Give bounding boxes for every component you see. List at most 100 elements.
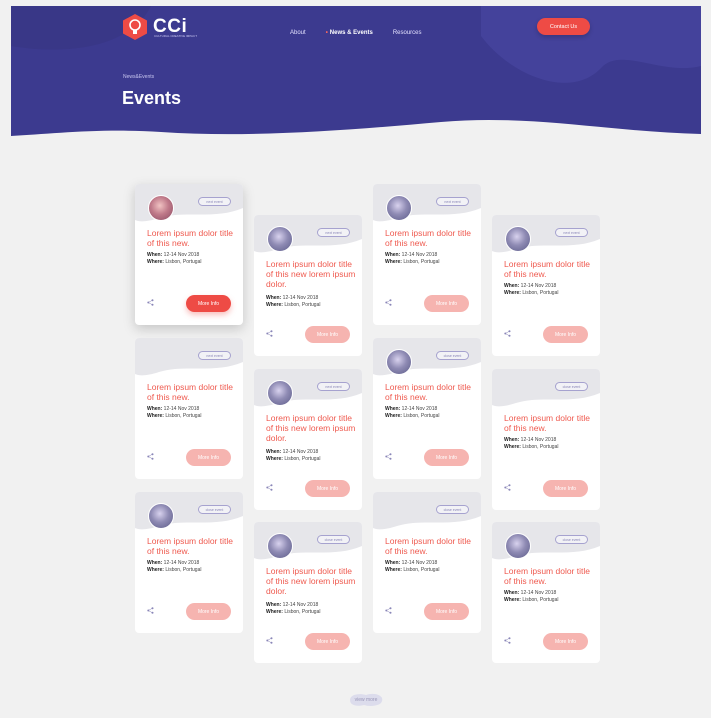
view-more-label: view more	[354, 697, 378, 703]
more-info-button[interactable]: More Info	[424, 603, 469, 620]
event-status-pill: close event	[555, 382, 588, 391]
event-meta: When: 12-14 Nov 2018 Where: Lisbon, Portu…	[504, 437, 559, 450]
avatar	[148, 195, 174, 221]
event-status-pill: close event	[555, 535, 588, 544]
nav-item-news-events[interactable]: • News & Events	[326, 30, 373, 36]
event-title[interactable]: Lorem ipsum dolor title of this new.	[385, 228, 477, 248]
event-title[interactable]: Lorem ipsum dolor title of this new.	[385, 382, 477, 402]
avatar	[267, 380, 293, 406]
contact-us-button[interactable]: Contact Us	[537, 18, 590, 35]
event-status-pill: close event	[436, 505, 469, 514]
event-card[interactable]: next event Lorem ipsum dolor title of th…	[492, 215, 600, 356]
event-status-pill: next event	[198, 197, 231, 206]
nav-item-label: News & Events	[329, 30, 373, 36]
more-info-button[interactable]: More Info	[305, 326, 350, 343]
more-info-button[interactable]: More Info	[305, 633, 350, 650]
event-meta: When: 12-14 Nov 2018 Where: Lisbon, Portu…	[147, 252, 202, 265]
event-card[interactable]: close event Lorem ipsum dolor title of t…	[492, 369, 600, 510]
event-meta: When: 12-14 Nov 2018 Where: Lisbon, Portu…	[504, 283, 559, 296]
avatar	[505, 226, 531, 252]
breadcrumb[interactable]: News&Events	[123, 74, 154, 80]
view-more-button[interactable]: view more	[346, 692, 386, 708]
event-card[interactable]: next event Lorem ipsum dolor title of th…	[254, 215, 362, 356]
hero-background	[11, 6, 701, 146]
event-card[interactable]: close event Lorem ipsum dolor title of t…	[254, 522, 362, 663]
nav-item-resources[interactable]: Resources	[393, 30, 422, 36]
more-info-button[interactable]: More Info	[543, 326, 588, 343]
nav-item-about[interactable]: About	[290, 30, 306, 36]
more-info-button[interactable]: More Info	[186, 295, 231, 312]
avatar	[148, 503, 174, 529]
event-meta: When: 12-14 Nov 2018 Where: Lisbon, Portu…	[385, 252, 440, 265]
share-icon[interactable]	[266, 330, 273, 337]
event-card[interactable]: close event Lorem ipsum dolor title of t…	[492, 522, 600, 663]
event-title[interactable]: Lorem ipsum dolor title of this new lore…	[266, 413, 358, 443]
event-status-pill: next event	[317, 228, 350, 237]
avatar	[386, 195, 412, 221]
avatar	[386, 349, 412, 375]
event-meta: When: 12-14 Nov 2018 Where: Lisbon, Portu…	[385, 560, 440, 573]
event-meta: When: 12-14 Nov 2018 Where: Lisbon, Portu…	[266, 602, 321, 615]
share-icon[interactable]	[266, 637, 273, 644]
event-meta: When: 12-14 Nov 2018 Where: Lisbon, Portu…	[147, 406, 202, 419]
event-meta: When: 12-14 Nov 2018 Where: Lisbon, Portu…	[266, 449, 321, 462]
page-title: Events	[122, 88, 182, 108]
more-info-button[interactable]: More Info	[305, 480, 350, 497]
share-icon[interactable]	[504, 484, 511, 491]
event-status-pill: close event	[198, 505, 231, 514]
event-card[interactable]: next event Lorem ipsum dolor title of th…	[135, 338, 243, 479]
event-title[interactable]: Lorem ipsum dolor title of this new lore…	[266, 566, 358, 596]
event-title[interactable]: Lorem ipsum dolor title of this new.	[147, 228, 239, 248]
event-title[interactable]: Lorem ipsum dolor title of this new.	[385, 536, 477, 556]
share-icon[interactable]	[385, 453, 392, 460]
share-icon[interactable]	[385, 299, 392, 306]
event-status-pill: next event	[198, 351, 231, 360]
event-meta: When: 12-14 Nov 2018 Where: Lisbon, Portu…	[266, 295, 321, 308]
more-info-button[interactable]: More Info	[543, 480, 588, 497]
event-status-pill: next event	[317, 382, 350, 391]
event-card[interactable]: close event Lorem ipsum dolor title of t…	[135, 492, 243, 633]
more-info-button[interactable]: More Info	[424, 449, 469, 466]
event-meta: When: 12-14 Nov 2018 Where: Lisbon, Portu…	[504, 590, 559, 603]
event-card[interactable]: close event Lorem ipsum dolor title of t…	[373, 492, 481, 633]
active-dot-icon: •	[325, 30, 328, 36]
event-card[interactable]: next event Lorem ipsum dolor title of th…	[135, 184, 243, 325]
main-nav: About • News & Events Resources	[290, 30, 422, 36]
event-status-pill: close event	[436, 351, 469, 360]
share-icon[interactable]	[504, 637, 511, 644]
hero-banner	[11, 6, 701, 146]
card-wave	[135, 338, 243, 376]
more-info-button[interactable]: More Info	[186, 449, 231, 466]
event-title[interactable]: Lorem ipsum dolor title of this new.	[504, 413, 596, 433]
event-title[interactable]: Lorem ipsum dolor title of this new lore…	[266, 259, 358, 289]
hexagon-logo-icon	[123, 14, 147, 40]
event-title[interactable]: Lorem ipsum dolor title of this new.	[147, 382, 239, 402]
share-icon[interactable]	[147, 299, 154, 306]
event-title[interactable]: Lorem ipsum dolor title of this new.	[504, 259, 596, 279]
event-status-pill: next event	[436, 197, 469, 206]
event-meta: When: 12-14 Nov 2018 Where: Lisbon, Portu…	[385, 406, 440, 419]
share-icon[interactable]	[385, 607, 392, 614]
event-card[interactable]: next event Lorem ipsum dolor title of th…	[373, 184, 481, 325]
share-icon[interactable]	[147, 607, 154, 614]
brand-logo[interactable]: CCi CULTURAL CREATIVE IMPACT	[122, 13, 197, 41]
avatar	[267, 533, 293, 559]
event-meta: When: 12-14 Nov 2018 Where: Lisbon, Portu…	[147, 560, 202, 573]
more-info-button[interactable]: More Info	[186, 603, 231, 620]
card-wave	[492, 369, 600, 407]
event-card[interactable]: next event Lorem ipsum dolor title of th…	[254, 369, 362, 510]
more-info-button[interactable]: More Info	[543, 633, 588, 650]
event-status-pill: next event	[555, 228, 588, 237]
avatar	[505, 533, 531, 559]
avatar	[267, 226, 293, 252]
event-card[interactable]: close event Lorem ipsum dolor title of t…	[373, 338, 481, 479]
share-icon[interactable]	[147, 453, 154, 460]
share-icon[interactable]	[266, 484, 273, 491]
brand-tagline: CULTURAL CREATIVE IMPACT	[154, 34, 198, 38]
share-icon[interactable]	[504, 330, 511, 337]
event-title[interactable]: Lorem ipsum dolor title of this new.	[504, 566, 596, 586]
more-info-button[interactable]: More Info	[424, 295, 469, 312]
event-title[interactable]: Lorem ipsum dolor title of this new.	[147, 536, 239, 556]
event-status-pill: close event	[317, 535, 350, 544]
card-wave	[373, 492, 481, 530]
